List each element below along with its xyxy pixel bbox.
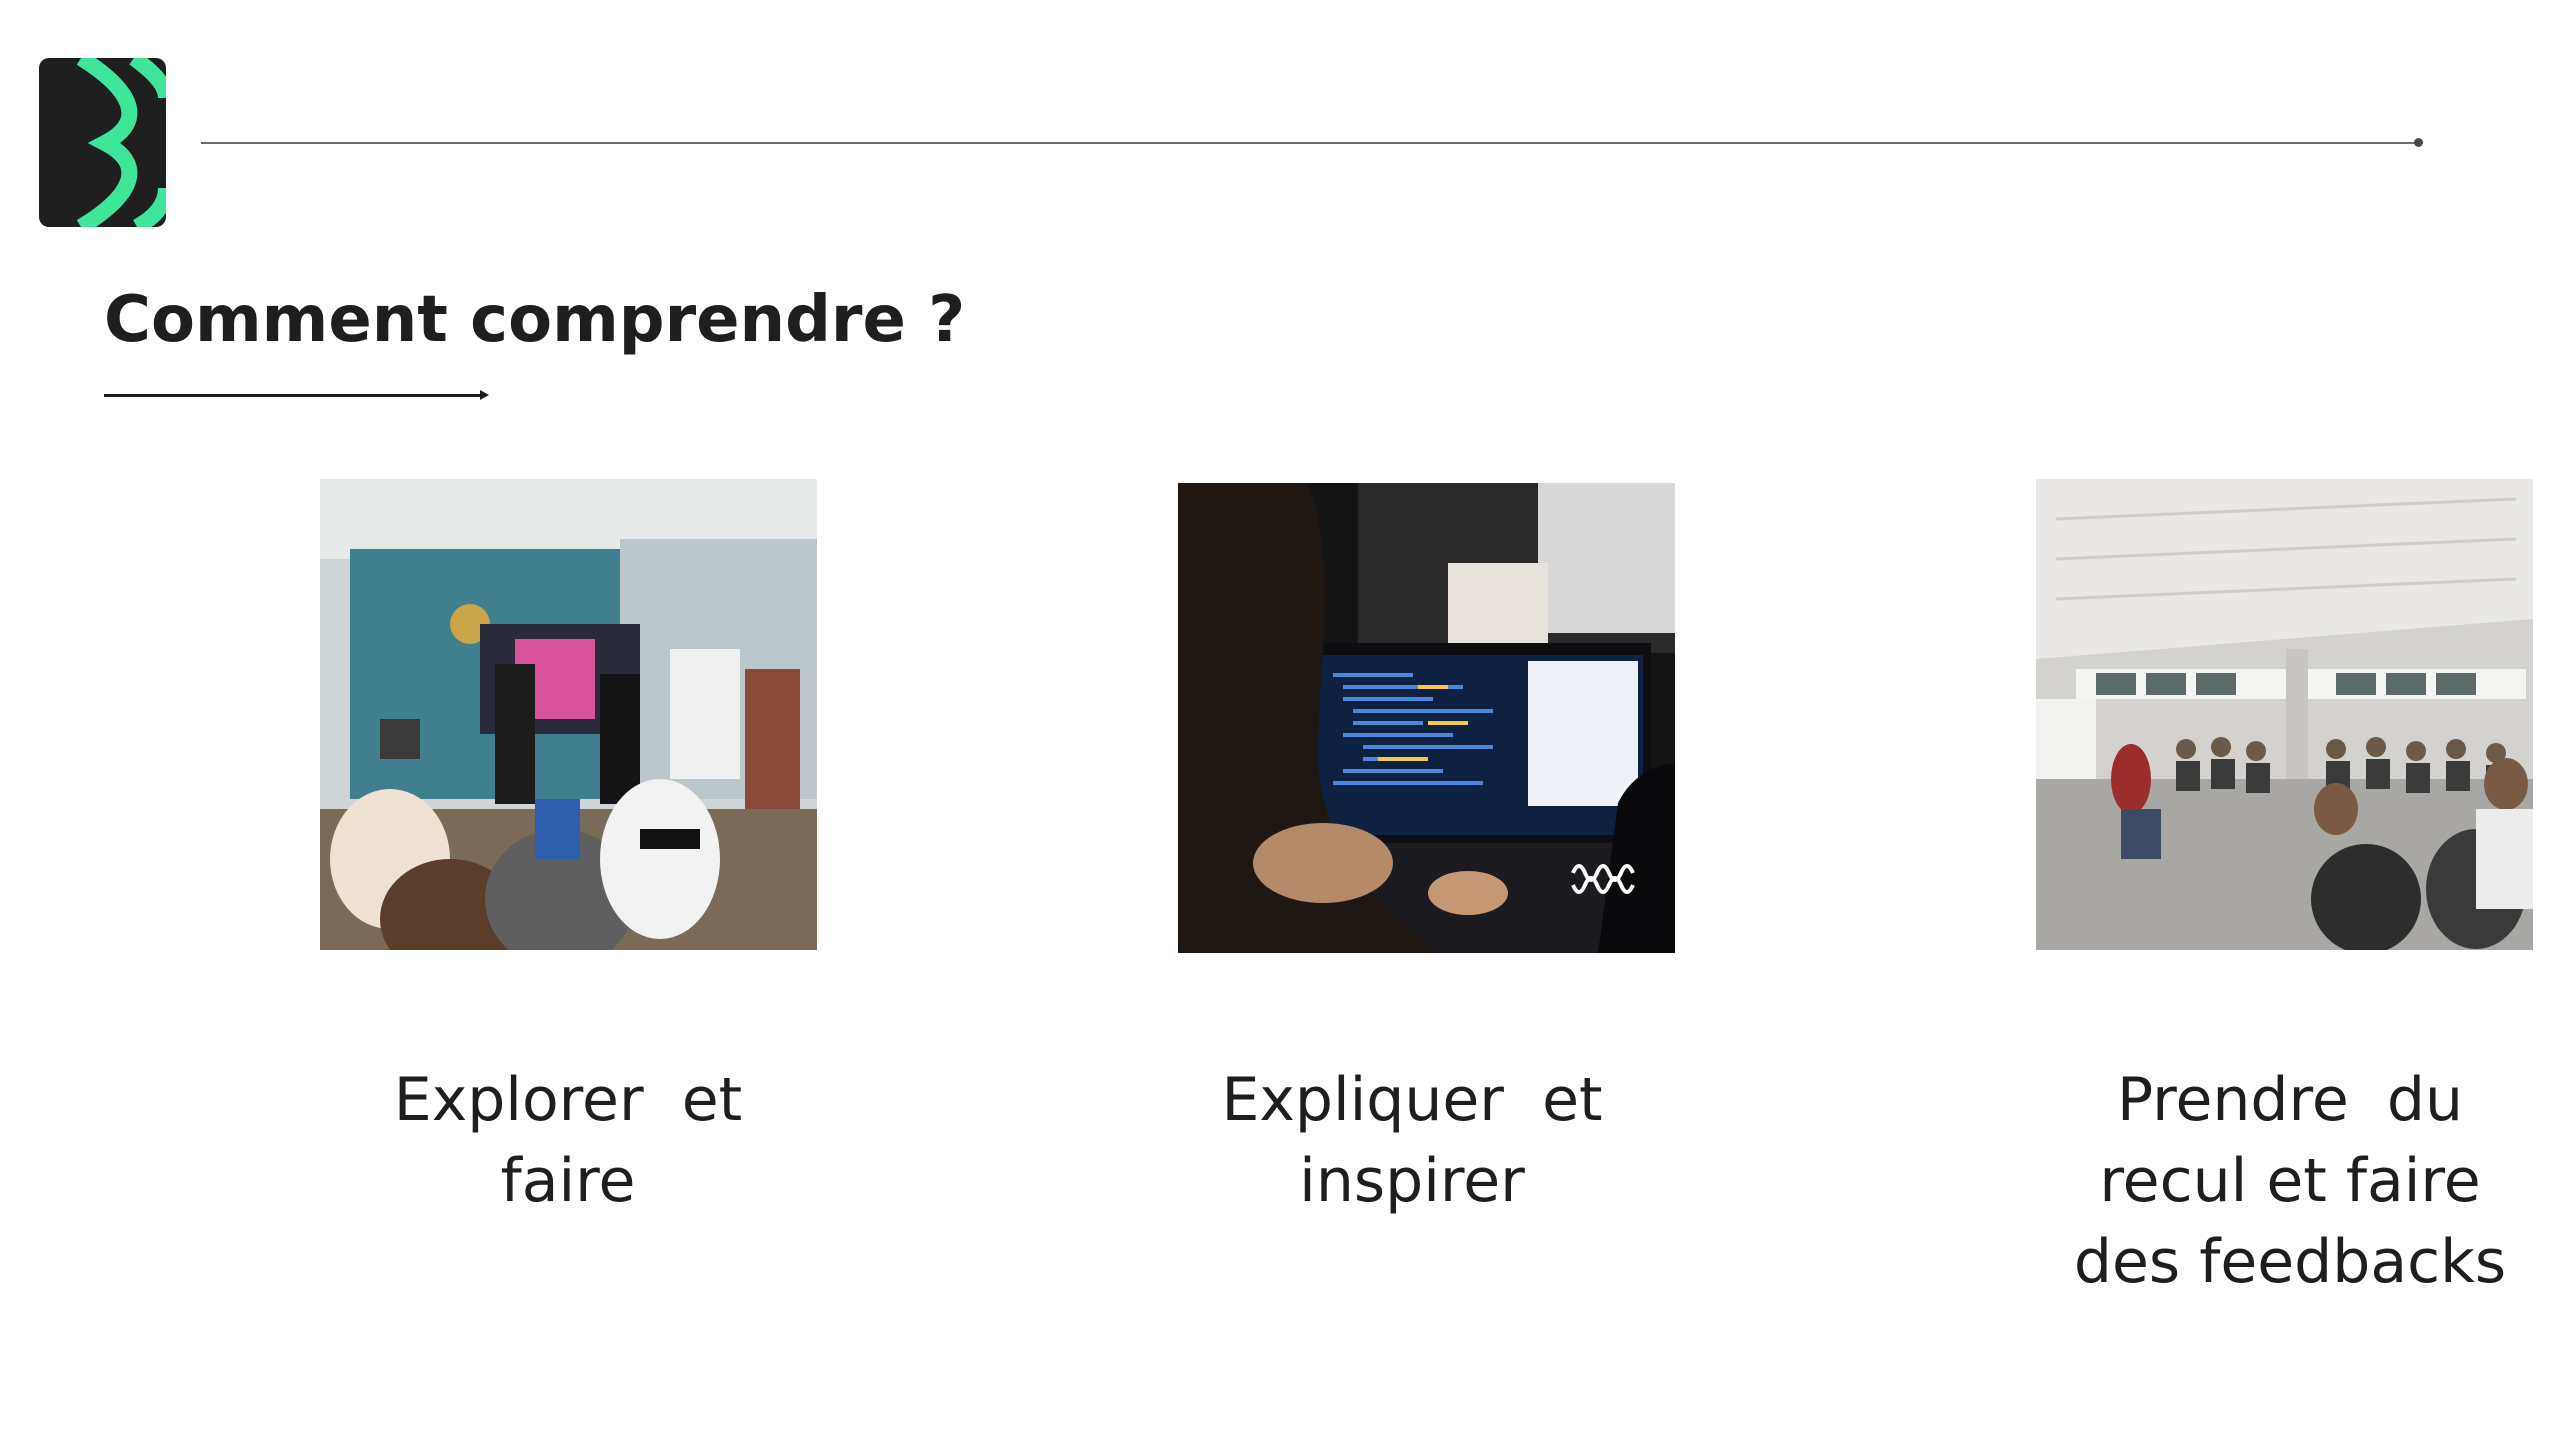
title-underline bbox=[104, 394, 484, 397]
team-presentation-photo bbox=[320, 479, 817, 950]
page-title: Comment comprendre ? bbox=[104, 283, 966, 357]
caption-line: Prendre du bbox=[2116, 1065, 2464, 1135]
header-rule bbox=[201, 142, 2419, 144]
header-rule-end-dot bbox=[2414, 138, 2423, 147]
caption-expliquer: Expliquer et inspirer bbox=[1152, 1060, 1672, 1222]
caption-line: Explorer et bbox=[393, 1065, 743, 1135]
caption-line: inspirer bbox=[1299, 1146, 1525, 1216]
title-underline-arrow-icon bbox=[480, 390, 489, 400]
caption-prendre-du-recul: Prendre du recul et faire des feedbacks bbox=[2030, 1060, 2550, 1303]
laptop-coding-photo bbox=[1178, 483, 1675, 953]
caption-line: recul et faire bbox=[2099, 1146, 2481, 1216]
caption-line: Expliquer et bbox=[1221, 1065, 1603, 1135]
caption-line: faire bbox=[500, 1146, 636, 1216]
caption-explorer: Explorer et faire bbox=[308, 1060, 828, 1222]
chevron-brand-logo-icon bbox=[39, 51, 174, 235]
brand-logo bbox=[39, 51, 174, 235]
workshop-room-photo bbox=[2036, 479, 2533, 950]
caption-line: des feedbacks bbox=[2073, 1227, 2507, 1297]
